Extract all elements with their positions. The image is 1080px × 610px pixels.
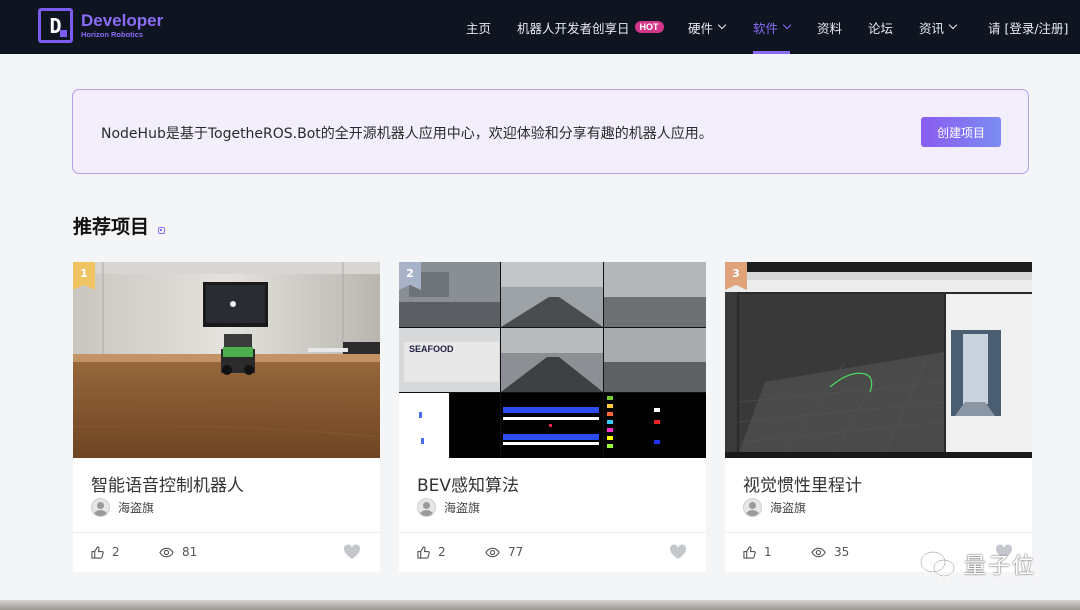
author-name: 海盗旗	[770, 501, 807, 515]
like-stat[interactable]: 2	[91, 545, 120, 559]
project-author[interactable]: 海盗旗	[417, 498, 480, 517]
section-title: 推荐项目	[73, 216, 150, 238]
nav-item-dev-day[interactable]: 机器人开发者创享日 HOT	[517, 0, 664, 54]
watermark: 量子位	[918, 548, 1036, 580]
project-author[interactable]: 海盗旗	[91, 498, 154, 517]
thumbs-up-icon	[417, 545, 430, 559]
project-thumbnail[interactable]: 3	[725, 262, 1032, 458]
view-count: 35	[834, 545, 850, 559]
card-footer: 2 81	[73, 532, 380, 572]
watermark-text: 量子位	[964, 554, 1037, 579]
chevron-down-icon	[717, 20, 727, 30]
project-card-2[interactable]: SEAFOOD 2 BEV感知算法 海盗旗 2 77	[399, 262, 706, 572]
view-count: 77	[508, 545, 524, 559]
hot-badge: HOT	[634, 21, 664, 33]
project-thumbnail[interactable]: 1	[73, 262, 380, 458]
author-name: 海盗旗	[118, 501, 155, 515]
like-count: 2	[438, 545, 446, 559]
like-stat[interactable]: 1	[743, 545, 772, 559]
intro-banner: NodeHub是基于TogetheROS.Bot的全开源机器人应用中心，欢迎体验…	[72, 89, 1029, 174]
wechat-icon	[920, 551, 955, 577]
chevron-down-icon	[782, 20, 792, 30]
avatar	[743, 498, 762, 517]
like-stat[interactable]: 2	[417, 545, 446, 559]
nav-item-docs[interactable]: 资料	[817, 0, 842, 54]
project-card-3[interactable]: 3 视觉惯性里程计 海盗旗 1 35	[725, 262, 1032, 572]
like-count: 2	[112, 545, 120, 559]
project-thumbnail[interactable]: SEAFOOD 2	[399, 262, 706, 458]
project-title[interactable]: 智能语音控制机器人	[91, 471, 244, 496]
nav-item-forum[interactable]: 论坛	[868, 0, 893, 54]
card-footer: 2 77	[399, 532, 706, 572]
project-author[interactable]: 海盗旗	[743, 498, 806, 517]
eye-icon	[811, 547, 826, 557]
project-title[interactable]: BEV感知算法	[417, 471, 519, 496]
thumbs-up-icon	[743, 545, 756, 559]
view-stat: 35	[811, 545, 849, 559]
project-card-1[interactable]: 1 智能语音控制机器人 海盗旗 2 81	[73, 262, 380, 572]
favorite-heart-icon[interactable]	[669, 544, 687, 560]
svg-text:SEAFOOD: SEAFOOD	[409, 344, 454, 354]
thumbs-up-icon	[91, 545, 104, 559]
site-logo[interactable]: D Developer Horizon Robotics	[38, 8, 163, 43]
avatar	[91, 498, 110, 517]
view-stat: 77	[485, 545, 523, 559]
avatar	[417, 498, 436, 517]
login-link[interactable]: 请 [登录/注册]	[988, 0, 1068, 54]
chevron-down-icon	[948, 20, 958, 30]
view-count: 81	[182, 545, 198, 559]
logo-mark: D	[38, 8, 73, 43]
project-title[interactable]: 视觉惯性里程计	[743, 471, 862, 496]
nav-item-hardware[interactable]: 硬件	[688, 0, 727, 54]
nav-item-news[interactable]: 资讯	[919, 0, 958, 54]
brand-title: Developer	[81, 11, 164, 31]
top-navbar: D Developer Horizon Robotics 主页 机器人开发者创享…	[0, 0, 1080, 54]
nav-item-software[interactable]: 软件	[753, 0, 792, 54]
eye-icon	[159, 547, 174, 557]
nav-item-home[interactable]: 主页	[466, 0, 491, 54]
view-stat: 81	[159, 545, 197, 559]
author-name: 海盗旗	[444, 501, 481, 515]
create-project-button[interactable]: 创建项目	[921, 117, 1001, 147]
banner-text: NodeHub是基于TogetheROS.Bot的全开源机器人应用中心，欢迎体验…	[101, 126, 713, 142]
eye-icon	[485, 547, 500, 557]
like-count: 1	[764, 545, 772, 559]
favorite-heart-icon[interactable]	[343, 544, 361, 560]
brand-subtitle: Horizon Robotics	[81, 30, 144, 40]
bottom-edge	[0, 600, 1080, 610]
section-decor-icon	[158, 227, 165, 234]
